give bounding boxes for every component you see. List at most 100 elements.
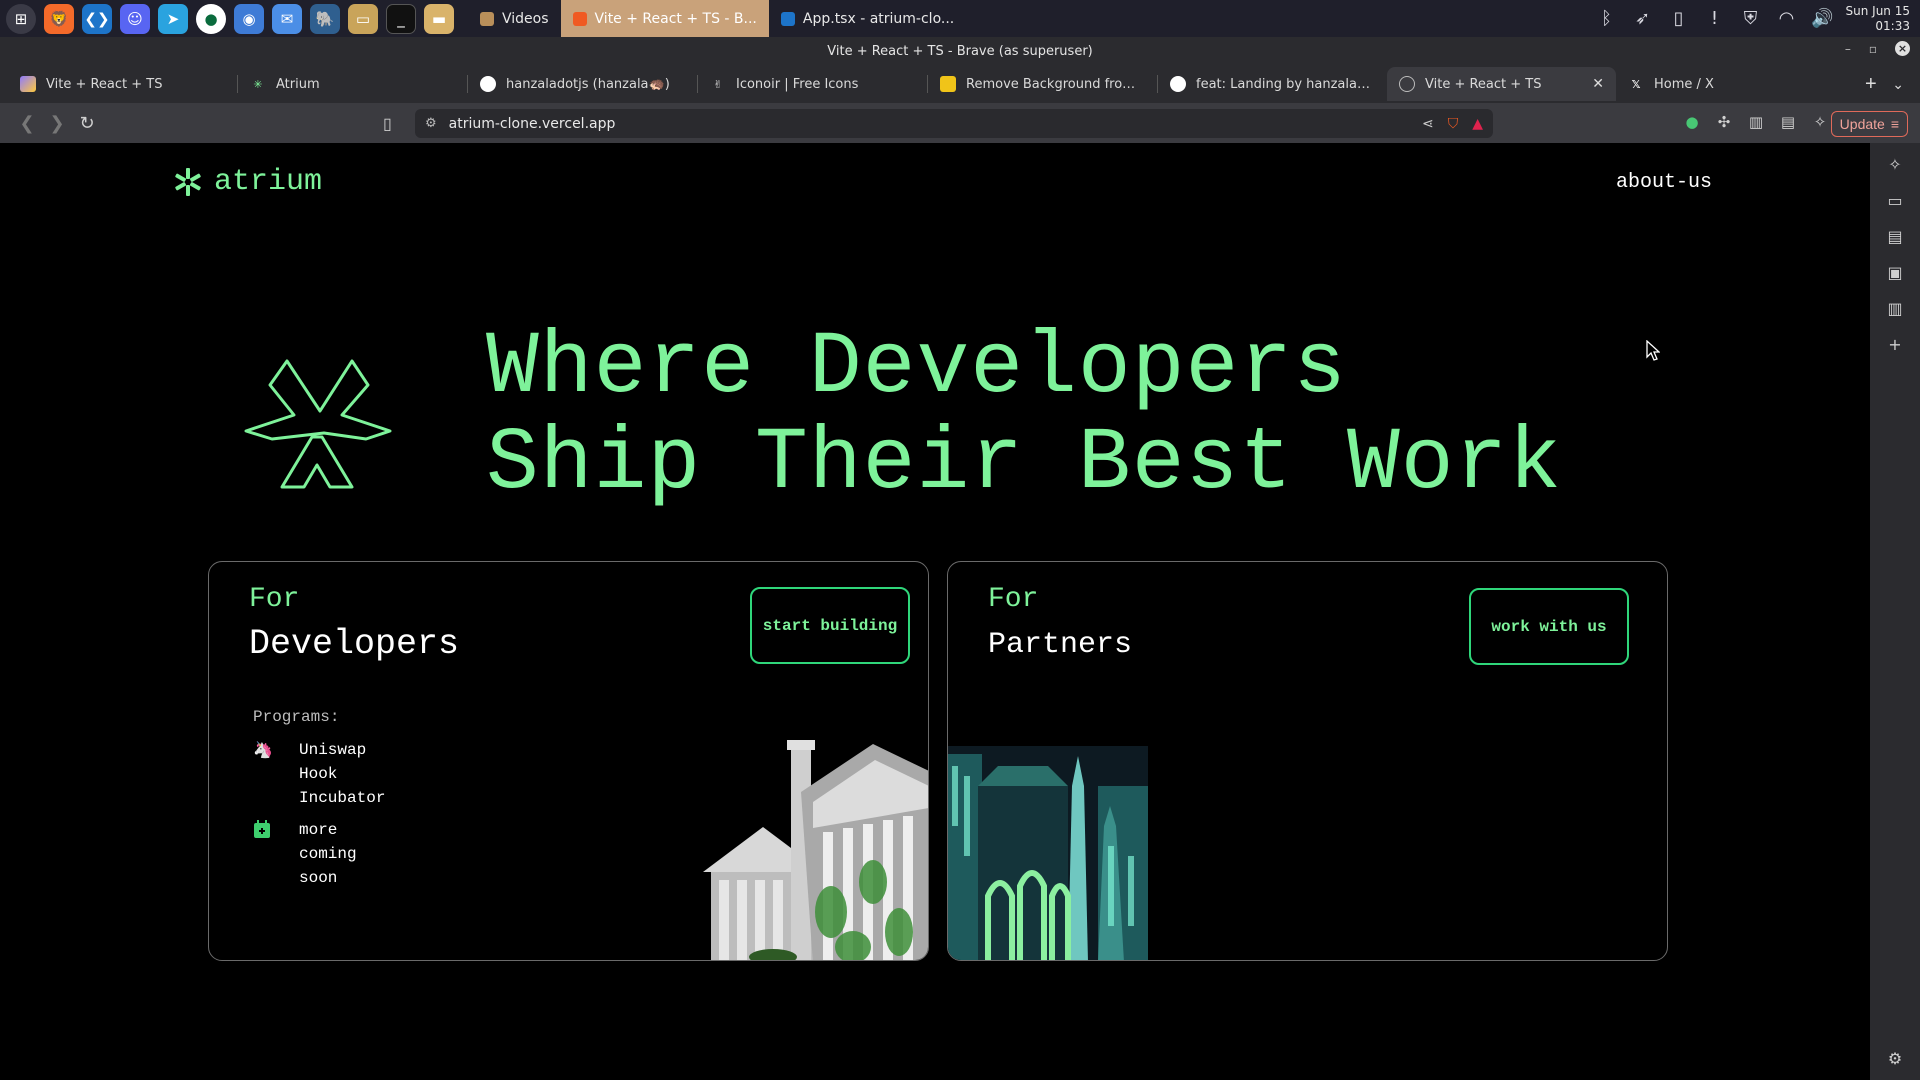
activities-icon[interactable]: ⊞ — [6, 3, 36, 34]
programs-label: Programs: — [253, 708, 340, 726]
add-panel-icon[interactable]: + — [1888, 335, 1901, 354]
minimize-icon[interactable]: – — [1845, 42, 1851, 56]
forward-icon[interactable]: ❯ — [42, 113, 72, 134]
address-bar[interactable]: ⚙ atrium-clone.vercel.app ⋖ ⛉ ▲ — [415, 109, 1493, 138]
terminal-app-icon[interactable]: _ — [386, 3, 416, 34]
tab-github-pr[interactable]: feat: Landing by hanzaladotjs — [1158, 67, 1387, 101]
files-app-icon[interactable]: ▭ — [348, 3, 378, 34]
share-icon[interactable]: ⋖ — [1422, 116, 1434, 132]
telegram-app-icon[interactable]: ➤ — [158, 3, 188, 34]
about-us-link[interactable]: about-us — [1616, 171, 1712, 194]
bookmarks-icon[interactable]: ▤ — [1887, 227, 1902, 246]
taskbar-item-vscode[interactable]: App.tsx - atrium-clo... — [769, 0, 966, 37]
extension-icon[interactable]: ● — [1682, 111, 1702, 133]
browser-toolbar: ❮ ❯ ↻ ▯ ⚙ atrium-clone.vercel.app ⋖ ⛉ ▲ … — [0, 103, 1920, 143]
update-button[interactable]: Update ≡ — [1830, 111, 1908, 137]
back-icon[interactable]: ❮ — [12, 113, 42, 134]
x-icon: 𝕏 — [1631, 77, 1641, 91]
postgres-app-icon[interactable]: 🐘 — [310, 3, 340, 34]
taskbar-item-videos[interactable]: Videos — [468, 0, 561, 37]
new-tab-icon[interactable]: + — [1865, 73, 1877, 96]
removebg-icon — [940, 76, 956, 92]
window-title: Vite + React + TS - Brave (as superuser) — [827, 43, 1093, 59]
site-settings-icon[interactable]: ⚙ — [425, 116, 437, 131]
maximize-icon[interactable]: ▫ — [1869, 42, 1877, 56]
brave-icon — [572, 11, 587, 26]
program-item[interactable]: 🦄 Uniswap Hook Incubator — [251, 738, 399, 810]
discord-app-icon[interactable]: ☺ — [120, 3, 150, 34]
browser-sidebar: ✧ ▭ ▤ ▣ ▥ + ⚙ — [1870, 143, 1920, 1080]
tab-github-profile[interactable]: hanzaladotjs (hanzala🦔) — [468, 67, 697, 101]
taskbar: Videos Vite + React + TS - B... App.tsx … — [468, 0, 966, 37]
bookmark-icon[interactable]: ▯ — [383, 114, 392, 134]
sidebar-toggle-icon[interactable]: ▥ — [1746, 111, 1766, 133]
vscode-app-icon[interactable]: ❮❯ — [82, 3, 112, 34]
iconoir-icon: ✌ — [713, 77, 723, 91]
start-building-button[interactable]: start building — [750, 587, 910, 664]
wallet-icon[interactable]: ▤ — [1778, 111, 1798, 133]
tab-strip: Vite + React + TS ✳ Atrium hanzaladotjs (… — [0, 65, 1920, 103]
folder-icon — [480, 11, 494, 26]
leo-ai-icon[interactable]: ✧ — [1888, 155, 1901, 174]
reading-list-icon[interactable]: ▥ — [1887, 299, 1902, 318]
alert-icon[interactable]: ! — [1702, 6, 1728, 32]
atrium-logo-icon — [175, 168, 201, 196]
tab-vite-active[interactable]: Vite + React + TS ✕ — [1387, 67, 1616, 101]
tab-vite[interactable]: Vite + React + TS — [8, 67, 237, 101]
atrium-hero-mark-icon — [244, 359, 392, 489]
camera-app-icon[interactable]: ◉ — [234, 3, 264, 34]
partners-card-title: Partners — [988, 628, 1133, 662]
gear-icon[interactable]: ⚙ — [1888, 1049, 1902, 1068]
tab-remove-bg[interactable]: Remove Background from Ima — [928, 67, 1157, 101]
vscode-icon — [780, 11, 795, 26]
clock[interactable]: Sun Jun 15 01:33 — [1846, 4, 1910, 34]
mail-app-icon[interactable]: ✉ — [272, 3, 302, 34]
wifi-icon[interactable]: ◠ — [1774, 6, 1800, 32]
tab-iconoir[interactable]: ✌ Iconoir | Free Icons — [698, 67, 927, 101]
developers-card: For Developers start building Programs: … — [208, 561, 929, 961]
program-name: more coming soon — [299, 821, 357, 887]
clipboard-icon[interactable]: ▯ — [1666, 6, 1692, 32]
window-controls: – ▫ × — [1845, 41, 1910, 56]
tab-atrium[interactable]: ✳ Atrium — [238, 67, 467, 101]
unicorn-icon: 🦄 — [253, 742, 273, 759]
site-logo[interactable]: atrium — [172, 165, 322, 199]
work-with-us-button[interactable]: work with us — [1469, 588, 1629, 665]
url-text[interactable]: atrium-clone.vercel.app — [449, 116, 616, 132]
puzzle-icon[interactable]: ✣ — [1714, 111, 1734, 133]
close-window-icon[interactable]: × — [1895, 41, 1910, 56]
chevron-down-icon[interactable]: ⌄ — [1892, 76, 1904, 93]
brave-app-icon[interactable]: 🦁 — [44, 3, 74, 34]
brave-shields-icon[interactable]: ⛉ — [1448, 116, 1459, 132]
reload-icon[interactable]: ↻ — [72, 113, 102, 134]
tab-x-home[interactable]: 𝕏 Home / X — [1616, 67, 1845, 101]
extensions-area: ● ✣ ▥ ▤ ✧ — [1682, 111, 1830, 133]
program-item[interactable]: more coming soon — [251, 818, 399, 890]
os-top-panel: ⊞ 🦁 ❮❯ ☺ ➤ ● ◉ ✉ 🐘 ▭ _ ▬ Videos Vite + R… — [0, 0, 1920, 37]
developers-card-title: Developers — [249, 624, 460, 664]
vite-icon — [20, 76, 36, 92]
video-icon[interactable]: ▭ — [1887, 191, 1902, 210]
address-bar-actions: ⋖ ⛉ ▲ — [1422, 116, 1483, 132]
mongodb-app-icon[interactable]: ● — [196, 3, 226, 34]
volume-icon[interactable]: 🔊 — [1810, 6, 1836, 32]
bluetooth-icon[interactable]: ᛒ — [1594, 6, 1620, 32]
shield-icon[interactable]: ⛨ — [1738, 6, 1764, 32]
wallet-icon[interactable]: ▣ — [1887, 263, 1902, 282]
program-name: Uniswap Hook Incubator — [299, 741, 386, 807]
github-icon — [480, 76, 496, 92]
classical-building-illustration — [703, 740, 928, 960]
leo-ai-icon[interactable]: ✧ — [1810, 111, 1830, 133]
developers-card-for-label: For — [249, 584, 300, 615]
taskbar-item-brave[interactable]: Vite + React + TS - B... — [560, 0, 769, 37]
menu-icon: ≡ — [1890, 116, 1899, 132]
brave-rewards-icon[interactable]: ▲ — [1472, 116, 1483, 132]
partners-card-for-label: For — [988, 584, 1039, 615]
hero-line-2: Ship Their Best Work — [486, 415, 1563, 514]
folder-app-icon[interactable]: ▬ — [424, 3, 454, 34]
page-viewport: atrium about-us Where Developers Ship Th… — [2, 143, 1870, 1080]
close-tab-icon[interactable]: ✕ — [1592, 76, 1604, 92]
atrium-icon: ✳ — [253, 77, 263, 91]
send-icon[interactable]: ➶ — [1630, 6, 1656, 32]
app-launcher: ⊞ 🦁 ❮❯ ☺ ➤ ● ◉ ✉ 🐘 ▭ _ ▬ — [0, 3, 454, 34]
